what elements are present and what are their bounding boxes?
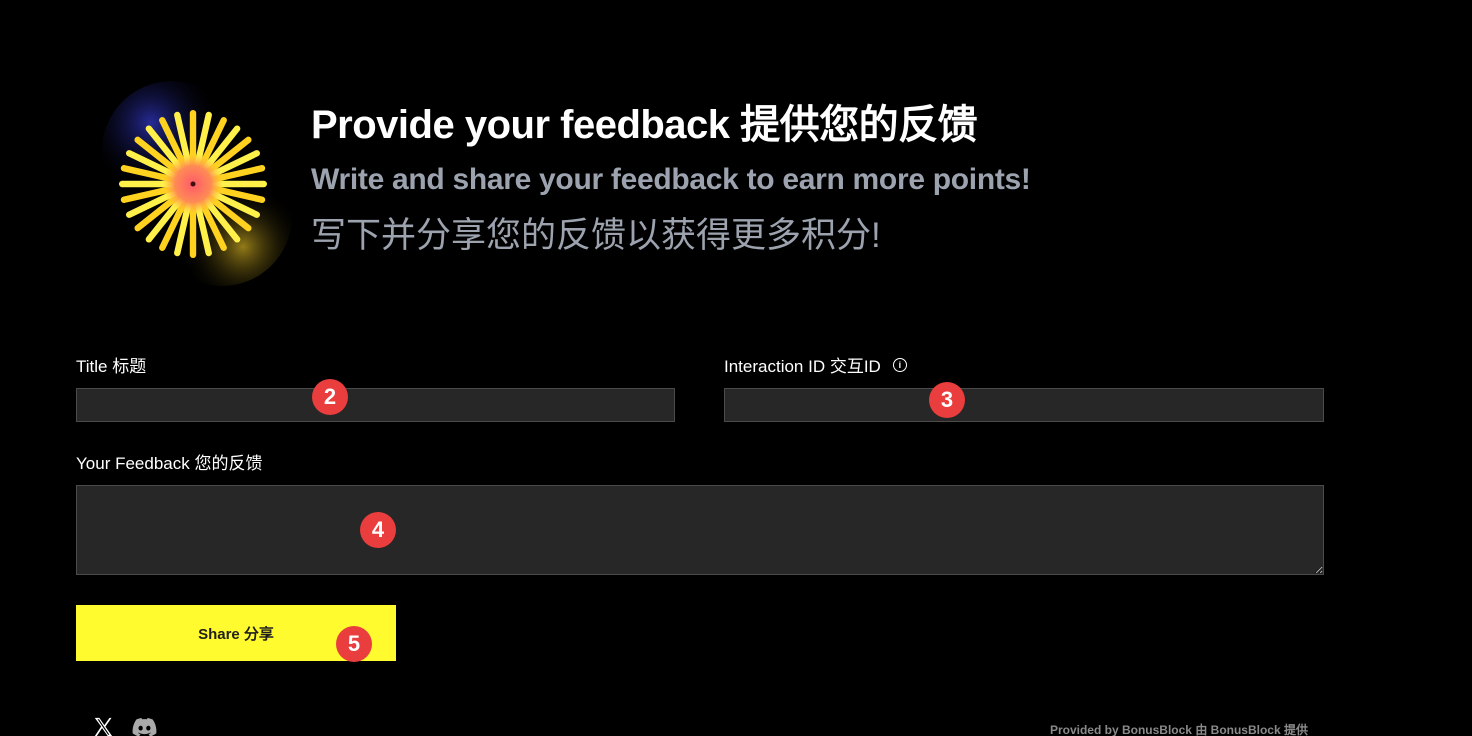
feedback-label-text: Your Feedback 您的反馈 bbox=[76, 454, 263, 473]
interaction-id-label-text: Interaction ID 交互ID bbox=[724, 357, 881, 376]
annotation-badge-2: 2 bbox=[312, 379, 348, 415]
annotation-badge-3: 3 bbox=[929, 382, 965, 418]
annotation-badge-4: 4 bbox=[360, 512, 396, 548]
feedback-label: Your Feedback 您的反馈 bbox=[76, 449, 262, 474]
provided-by-text: Provided by BonusBlock 由 BonusBlock 提供 bbox=[1049, 723, 1308, 736]
page-subtitle: Write and share your feedback to earn mo… bbox=[311, 163, 1031, 196]
title-input[interactable] bbox=[76, 388, 675, 422]
share-button-label: Share 分享 bbox=[198, 625, 274, 643]
discord-icon[interactable] bbox=[132, 717, 157, 736]
feedback-textarea[interactable] bbox=[76, 485, 1324, 575]
interaction-id-input[interactable] bbox=[724, 388, 1324, 422]
x-icon[interactable] bbox=[92, 716, 114, 736]
title-label-text: Title 标题 bbox=[76, 357, 147, 376]
page-title: Provide your feedback 提供您的反馈 bbox=[311, 103, 978, 147]
feedback-page: Provide your feedback 提供您的反馈 Write and s… bbox=[0, 0, 1472, 736]
page-subtitle-chinese: 写下并分享您的反馈以获得更多积分! bbox=[311, 216, 881, 255]
annotation-badge-5: 5 bbox=[336, 626, 372, 662]
info-icon[interactable]: i bbox=[892, 357, 907, 372]
sunburst-logo-icon bbox=[102, 81, 292, 286]
title-label: Title 标题 bbox=[76, 352, 146, 377]
interaction-id-label: Interaction ID 交互ID i bbox=[724, 352, 907, 377]
